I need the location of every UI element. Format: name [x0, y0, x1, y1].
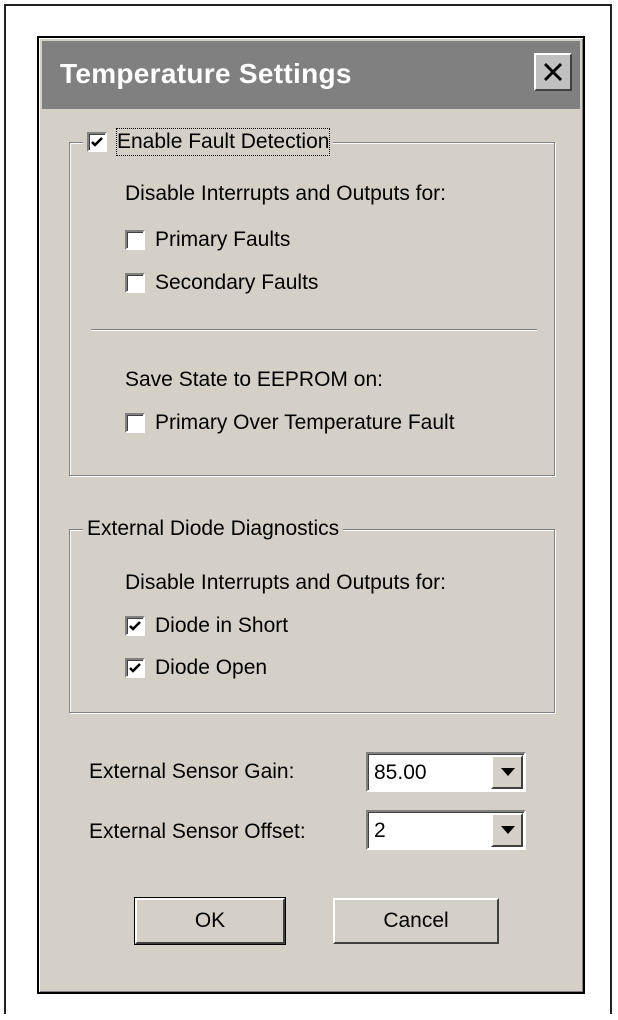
- offset-dropdown-button[interactable]: [491, 813, 523, 847]
- checkmark-icon: [91, 137, 103, 147]
- title-bar: Temperature Settings: [42, 41, 580, 109]
- primary-faults-box[interactable]: [125, 230, 145, 250]
- secondary-faults-box[interactable]: [125, 273, 145, 293]
- fault-disable-heading: Disable Interrupts and Outputs for:: [125, 182, 446, 205]
- close-button[interactable]: [534, 53, 572, 91]
- gain-dropdown-button[interactable]: [491, 755, 523, 789]
- diode-diagnostics-legend: External Diode Diagnostics: [83, 516, 344, 542]
- primary-faults-label: Primary Faults: [155, 228, 291, 251]
- diode-open-label: Diode Open: [155, 656, 268, 679]
- enable-fault-detection-checkbox[interactable]: Enable Fault Detection: [83, 128, 334, 156]
- diode-diagnostics-legend-text: External Diode Diagnostics: [87, 517, 340, 540]
- close-icon: [543, 62, 563, 82]
- offset-value: 2: [374, 819, 386, 842]
- dialog-title: Temperature Settings: [60, 58, 352, 89]
- secondary-faults-label: Secondary Faults: [155, 271, 319, 294]
- gain-select[interactable]: 85.00: [366, 752, 526, 792]
- primary-faults-checkbox[interactable]: Primary Faults: [125, 227, 290, 253]
- diode-disable-heading: Disable Interrupts and Outputs for:: [125, 571, 446, 594]
- primary-over-temp-label: Primary Over Temperature Fault: [155, 411, 455, 434]
- checkmark-icon: [129, 663, 141, 673]
- enable-fault-detection-box[interactable]: [87, 132, 107, 152]
- checkmark-icon: [129, 621, 141, 631]
- diode-short-label: Diode in Short: [155, 614, 289, 637]
- fault-group-separator: [91, 329, 537, 331]
- offset-label: External Sensor Offset:: [89, 820, 306, 843]
- ok-button[interactable]: OK: [134, 897, 286, 945]
- temperature-settings-dialog: Temperature Settings Enable Fault Detect…: [37, 36, 585, 994]
- diode-open-box[interactable]: [125, 658, 145, 678]
- primary-over-temp-checkbox[interactable]: Primary Over Temperature Fault: [125, 410, 455, 436]
- diode-short-checkbox[interactable]: Diode in Short: [125, 613, 288, 639]
- diode-open-checkbox[interactable]: Diode Open: [125, 655, 267, 681]
- gain-value: 85.00: [374, 761, 427, 784]
- chevron-down-icon: [501, 826, 515, 834]
- save-state-heading: Save State to EEPROM on:: [125, 368, 383, 391]
- secondary-faults-checkbox[interactable]: Secondary Faults: [125, 270, 318, 296]
- offset-select[interactable]: 2: [366, 810, 526, 850]
- diode-short-box[interactable]: [125, 616, 145, 636]
- gain-label: External Sensor Gain:: [89, 760, 295, 783]
- primary-over-temp-box[interactable]: [125, 413, 145, 433]
- cancel-button[interactable]: Cancel: [333, 898, 499, 944]
- enable-fault-detection-label: Enable Fault Detection: [115, 128, 331, 156]
- chevron-down-icon: [501, 768, 515, 776]
